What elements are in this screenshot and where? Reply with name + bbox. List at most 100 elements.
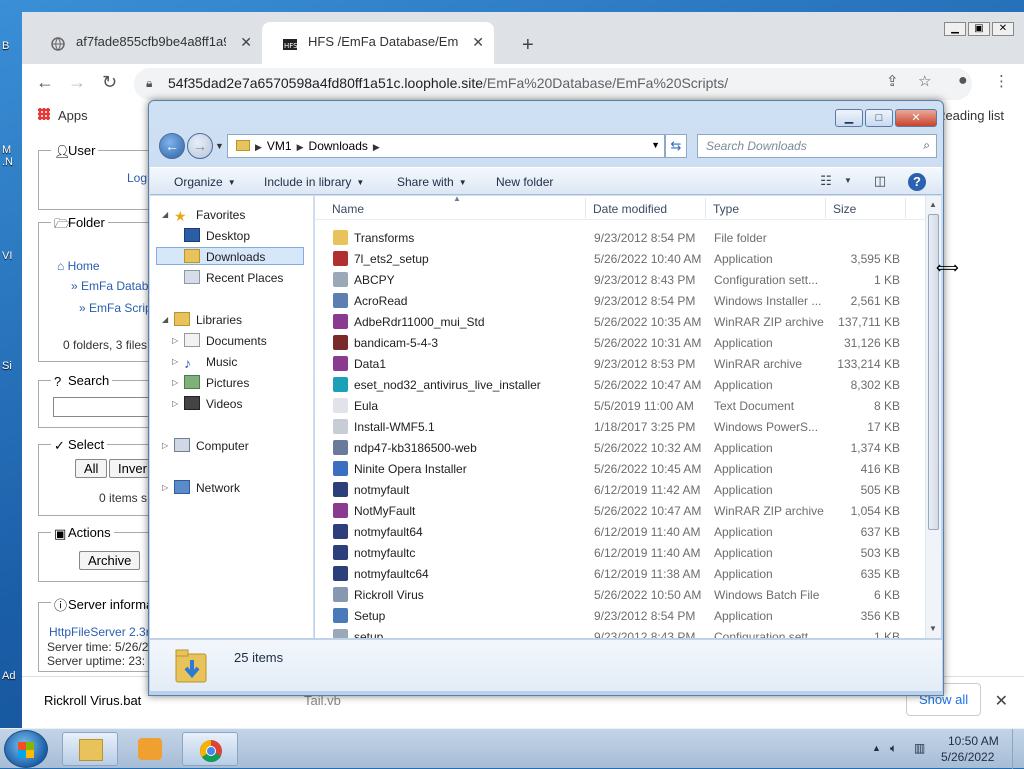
maximize-icon[interactable]: □ bbox=[865, 109, 893, 127]
breadcrumb-link[interactable]: » EmFa Datab bbox=[71, 279, 148, 293]
close-icon[interactable]: ✕ bbox=[472, 34, 484, 51]
scroll-down-icon[interactable]: ▼ bbox=[929, 624, 937, 633]
nav-downloads[interactable]: Downloads bbox=[156, 247, 304, 265]
recent-pages-dropdown-icon[interactable]: ▼ bbox=[215, 141, 224, 151]
file-row[interactable]: notmyfaultc64 6/12/2019 11:38 AM Applicati… bbox=[315, 563, 925, 584]
breadcrumb-downloads[interactable]: Downloads bbox=[309, 139, 368, 153]
close-icon[interactable]: ✕ bbox=[995, 691, 1008, 711]
file-row[interactable]: Ninite Opera Installer 5/26/2022 10:45 AM… bbox=[315, 458, 925, 479]
search-icon[interactable]: ⌕ bbox=[923, 138, 930, 153]
back-arrow-icon[interactable]: ← bbox=[36, 72, 54, 93]
clock-time[interactable]: 10:50 AM bbox=[948, 734, 999, 748]
desktop-icon[interactable]: Ad bbox=[2, 670, 22, 708]
search-downloads-input[interactable]: Search Downloads ⌕ bbox=[697, 134, 937, 158]
help-icon[interactable]: ? bbox=[908, 173, 926, 191]
nav-videos[interactable]: ▷ Videos bbox=[172, 395, 242, 413]
close-icon[interactable]: ✕ bbox=[992, 22, 1014, 36]
file-row[interactable]: AdbeRdr11000_mui_Std 5/26/2022 10:35 AM Wi… bbox=[315, 311, 925, 332]
breadcrumb-vm1[interactable]: VM1 bbox=[267, 139, 292, 153]
home-link[interactable]: ⌂ Home bbox=[57, 259, 100, 273]
tab-active[interactable]: HFS HFS /EmFa Database/EmFa Scripts/ ✕ bbox=[262, 22, 494, 64]
chevron-down-icon[interactable]: ▼ bbox=[838, 176, 858, 192]
preview-pane-icon[interactable]: ◫ bbox=[870, 173, 890, 189]
nav-music[interactable]: ▷ ♪ Music bbox=[172, 353, 237, 371]
file-row[interactable]: Transforms 9/23/2012 8:54 PM File folder bbox=[315, 227, 925, 248]
network-icon[interactable]: ▥ bbox=[914, 741, 925, 755]
file-row[interactable]: Rickroll Virus 5/26/2022 10:50 AM Windows … bbox=[315, 584, 925, 605]
new-tab-button[interactable]: + bbox=[522, 34, 534, 57]
desktop-icon[interactable]: Si bbox=[2, 360, 22, 398]
minimize-icon[interactable]: ▁ bbox=[835, 109, 863, 127]
taskbar-media-player[interactable] bbox=[122, 732, 178, 766]
archive-button[interactable]: Archive bbox=[79, 551, 141, 570]
star-icon[interactable]: ☆ bbox=[918, 72, 931, 90]
apps-bookmark[interactable]: Apps bbox=[58, 108, 88, 123]
file-row[interactable]: 7l_ets2_setup 5/26/2022 10:40 AM Applicati… bbox=[315, 248, 925, 269]
refresh-icon[interactable]: ⇆ bbox=[665, 134, 687, 158]
file-row[interactable]: Eula 5/5/2019 11:00 AM Text Document 8 KB bbox=[315, 395, 925, 416]
nav-network[interactable]: ▷ Network bbox=[162, 479, 240, 497]
column-type[interactable]: Type bbox=[713, 202, 739, 216]
profile-icon[interactable]: ● bbox=[958, 72, 968, 90]
file-row[interactable]: setup 9/23/2012 8:43 PM Configuration sett… bbox=[315, 626, 925, 638]
share-icon[interactable]: ⇪ bbox=[886, 72, 899, 90]
nav-pictures[interactable]: ▷ Pictures bbox=[172, 374, 249, 392]
reading-list-button[interactable]: Reading list bbox=[936, 108, 1004, 123]
forward-arrow-icon[interactable]: → bbox=[187, 133, 213, 159]
file-row[interactable]: AcroRead 9/23/2012 8:54 PM Windows Install… bbox=[315, 290, 925, 311]
close-icon[interactable]: ✕ bbox=[895, 109, 937, 127]
file-row[interactable]: ABCPY 9/23/2012 8:43 PM Configuration sett… bbox=[315, 269, 925, 290]
reload-icon[interactable]: ↻ bbox=[102, 72, 117, 93]
desktop-icon[interactable]: M .N bbox=[2, 130, 22, 168]
file-row[interactable]: notmyfaultc 6/12/2019 11:40 AM Application… bbox=[315, 542, 925, 563]
menu-kebab-icon[interactable]: ⋮ bbox=[994, 72, 1009, 90]
restore-icon[interactable]: ▣ bbox=[968, 22, 990, 36]
nav-recent-places[interactable]: Recent Places bbox=[184, 269, 283, 287]
new-folder-button[interactable]: New folder bbox=[496, 175, 553, 189]
explorer-address-bar[interactable]: ▶ VM1 ▶ Downloads ▶ ▼ bbox=[227, 134, 665, 158]
file-row[interactable]: Setup 9/23/2012 8:54 PM Application 356 KB bbox=[315, 605, 925, 626]
include-in-library-menu[interactable]: Include in library ▼ bbox=[264, 175, 364, 189]
share-with-menu[interactable]: Share with ▼ bbox=[397, 175, 467, 189]
organize-menu[interactable]: Organize ▼ bbox=[174, 175, 236, 189]
back-arrow-icon[interactable]: ← bbox=[159, 133, 185, 159]
download-item[interactable]: Rickroll Virus.bat bbox=[44, 693, 141, 708]
file-row[interactable]: notmyfault64 6/12/2019 11:40 AM Applicatio… bbox=[315, 521, 925, 542]
column-date-modified[interactable]: Date modified bbox=[593, 202, 667, 216]
column-name[interactable]: Name bbox=[332, 202, 364, 216]
column-size[interactable]: Size bbox=[833, 202, 856, 216]
hfs-version-link[interactable]: HttpFileServer 2.3r bbox=[49, 625, 150, 639]
nav-documents[interactable]: ▷ Documents bbox=[172, 332, 267, 350]
login-link[interactable]: Log bbox=[127, 171, 147, 185]
minimize-icon[interactable]: ▁ bbox=[944, 22, 966, 36]
desktop-icon[interactable]: B bbox=[2, 40, 22, 78]
select-all-button[interactable]: All bbox=[75, 459, 108, 478]
chevron-down-icon[interactable]: ▼ bbox=[651, 140, 660, 150]
scroll-up-icon[interactable]: ▲ bbox=[929, 200, 937, 209]
taskbar-explorer[interactable] bbox=[62, 732, 118, 766]
nav-favorites[interactable]: ◢ ★ Favorites bbox=[162, 206, 245, 224]
view-options-icon[interactable]: ☷ bbox=[816, 173, 836, 189]
show-desktop-button[interactable] bbox=[1012, 729, 1024, 769]
file-row[interactable]: eset_nod32_antivirus_live_installer 5/26/… bbox=[315, 374, 925, 395]
clock-date[interactable]: 5/26/2022 bbox=[941, 750, 994, 764]
desktop-icon[interactable]: VI bbox=[2, 250, 22, 288]
nav-desktop[interactable]: Desktop bbox=[184, 227, 250, 245]
breadcrumb-link[interactable]: » EmFa Scrip bbox=[79, 301, 152, 315]
file-row[interactable]: Install-WMF5.1 1/18/2017 3:25 PM Windows P… bbox=[315, 416, 925, 437]
file-row[interactable]: notmyfault 6/12/2019 11:42 AM Application 5… bbox=[315, 479, 925, 500]
nav-libraries[interactable]: ◢ Libraries bbox=[162, 311, 242, 329]
taskbar-chrome[interactable] bbox=[182, 732, 238, 766]
tab-inactive[interactable]: af7fade855cfb9be4a8ff1a9f1a86e ✕ bbox=[30, 22, 262, 64]
file-row[interactable]: NotMyFault 5/26/2022 10:47 AM WinRAR ZIP a… bbox=[315, 500, 925, 521]
file-row[interactable]: ndp47-kb3186500-web 5/26/2022 10:32 AM App… bbox=[315, 437, 925, 458]
start-button[interactable] bbox=[4, 730, 48, 768]
file-row[interactable]: Data1 9/23/2012 8:53 PM WinRAR archive 133,… bbox=[315, 353, 925, 374]
close-icon[interactable]: ✕ bbox=[240, 34, 252, 51]
nav-computer[interactable]: ▷ Computer bbox=[162, 437, 249, 455]
forward-arrow-icon[interactable]: → bbox=[68, 72, 86, 93]
volume-icon[interactable]: 🔈︎ bbox=[890, 741, 897, 756]
show-hidden-icons[interactable]: ▲ bbox=[872, 743, 881, 753]
address-bar[interactable]: 🔒︎ 54f35dad2e7a6570598a4fd80ff1a51c.loop… bbox=[134, 68, 972, 100]
file-row[interactable]: bandicam-5-4-3 5/26/2022 10:31 AM Applicat… bbox=[315, 332, 925, 353]
